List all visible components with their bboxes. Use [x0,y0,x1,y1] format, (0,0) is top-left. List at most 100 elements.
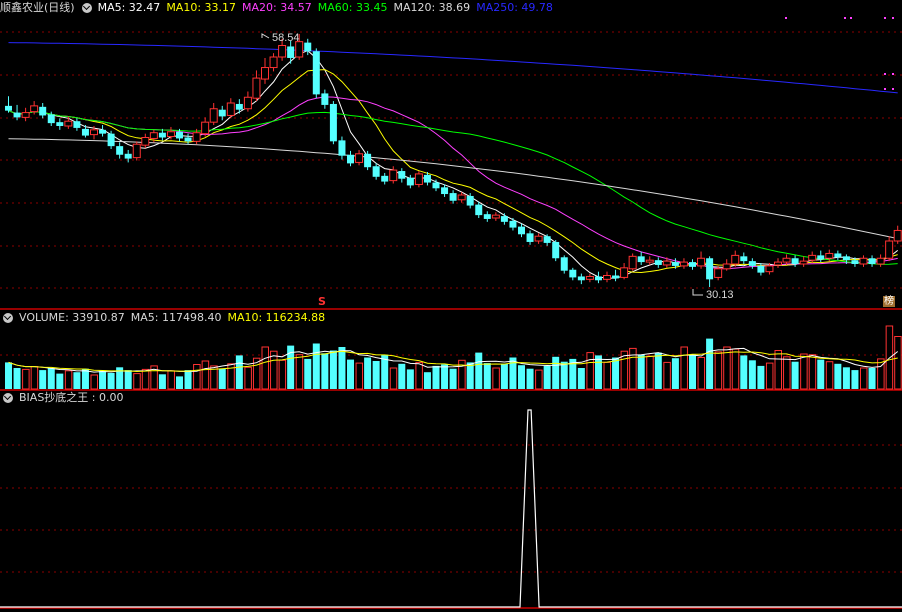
ma-lines [8,42,899,279]
rank-badge[interactable]: 榜 [883,296,895,307]
volume-bar [56,373,64,389]
candle-body [406,177,414,186]
volume-bar [415,361,423,390]
candle-body [235,103,243,110]
candle-body [748,261,756,266]
volume-bar [868,368,876,389]
volume-bar [637,354,645,389]
candle-body [107,133,115,147]
candle-body [500,216,508,222]
candle-body [893,229,902,242]
volume-bar [663,361,671,390]
volume-bar [73,372,81,389]
volume-bar [680,346,688,390]
candle-body [389,169,398,182]
bias-line [0,409,902,608]
volume-bar [834,363,842,389]
volume-bar [261,346,269,390]
candle-body [47,114,55,124]
candle-body [714,268,723,278]
volume-bar [5,362,12,389]
candle-body [30,105,39,113]
volume-bar [441,364,449,389]
volume-bar [278,359,287,390]
candle-body [706,258,714,280]
volume-bar [13,368,21,389]
candle-body [859,257,868,265]
candle-body [364,153,372,168]
volume-bar [723,346,731,390]
volume-bar [535,369,543,390]
candle-body [689,262,696,267]
candle-body [269,56,278,69]
volume-bar [577,368,585,389]
candle-body [124,153,132,159]
volume-bar [825,361,834,390]
candle-body [543,236,551,243]
ma250-line [8,42,898,94]
volume-bar [518,365,525,389]
volume-bar [364,357,372,389]
candle-body [176,131,183,139]
volume-bar [423,372,431,389]
candle-body [757,265,765,273]
candle-body [825,252,834,259]
candle-body [90,129,98,136]
volume-bar [218,368,226,389]
candle-body [287,46,295,58]
volume-bar [338,347,346,389]
candle-body [782,257,791,263]
volume-bar [22,368,30,390]
stock-chart[interactable]: 58.54 30.13 S [0,0,902,612]
candle-body [774,261,782,266]
low-annotation: 30.13 [692,289,734,301]
candle-body [56,122,64,126]
candle-body [141,137,150,146]
volume-bar [586,352,594,390]
low-price-label: 30.13 [706,289,734,301]
high-annotation: 58.54 [261,32,300,44]
candle-body [226,102,235,116]
volume-bar [800,353,808,390]
volume-bar [543,365,551,389]
candle-body [475,204,483,216]
volume-bar [500,363,508,389]
candle-body [158,132,166,138]
candle-body [662,260,671,266]
bias-indicator-line [0,409,902,608]
volume-bar [389,367,398,390]
candle-body [671,262,679,266]
volume-bar [526,368,534,389]
candle-body [329,103,337,142]
candle-body [594,276,602,281]
candle-body [603,275,611,280]
volume-bar [329,350,337,389]
volume-bar [748,360,756,389]
volume-bar [244,366,252,390]
candle-body [552,241,560,259]
volume-bar [124,370,132,389]
candle-body [414,173,423,185]
candle-body [338,140,346,156]
volume-bar [475,352,483,389]
candle-body [347,154,354,164]
volume-bar [671,358,679,389]
candle-body [201,121,210,135]
candle-body [278,45,287,58]
candle-body [166,131,175,138]
candle-body [885,240,894,259]
candle-body [132,143,141,159]
candle-body [509,220,517,228]
candle-body [423,174,431,183]
candle-body [722,263,731,270]
volume-bar [432,365,440,389]
volume-bar [706,338,714,389]
volume-bar [90,374,98,390]
volume-bar [406,369,414,389]
volume-bar [714,351,723,390]
candle-body [81,128,89,136]
candle-body [5,105,12,111]
candle-body [218,109,226,117]
volume-bar [466,362,474,389]
candle-body [526,233,534,242]
